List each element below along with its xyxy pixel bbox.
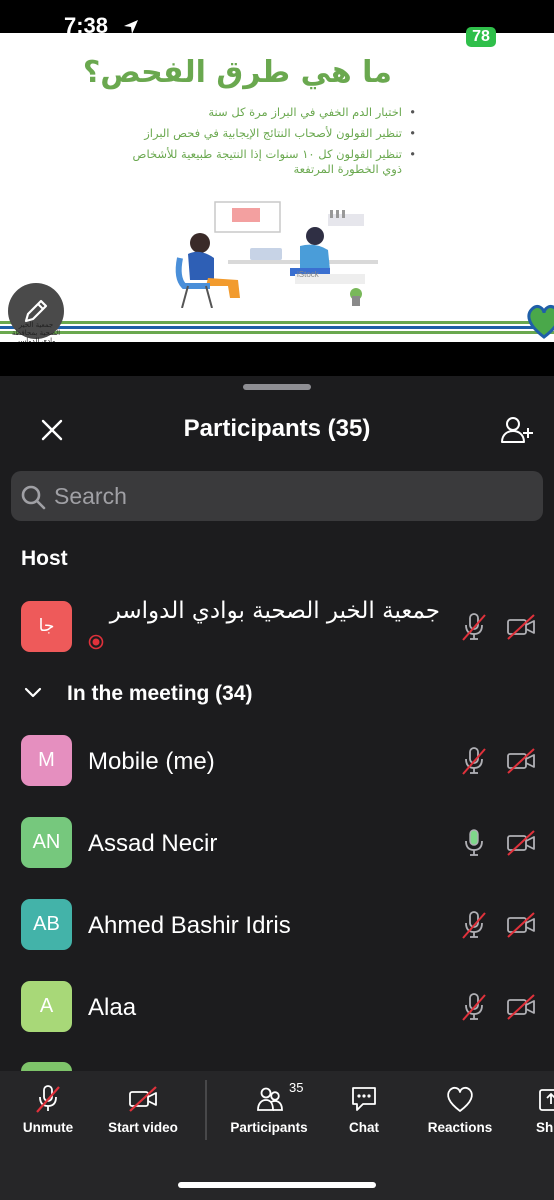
stock-watermark: iStock bbox=[297, 270, 319, 279]
participant-row[interactable]: A Alaa bbox=[0, 972, 554, 1042]
slide-bullets: اختبار الدم الخفي في البراز مرة كل سنة ت… bbox=[116, 105, 416, 183]
recording-icon bbox=[88, 634, 104, 650]
toolbar-divider bbox=[205, 1080, 207, 1140]
share-button[interactable]: Sh bbox=[532, 1080, 554, 1142]
chevron-down-icon bbox=[24, 687, 42, 698]
add-participant-icon[interactable] bbox=[500, 414, 534, 446]
participant-name: Assad Necir bbox=[88, 830, 218, 857]
avatar: AN bbox=[21, 817, 72, 868]
video-off-icon[interactable] bbox=[506, 910, 536, 940]
mic-on-icon[interactable] bbox=[461, 828, 487, 858]
mic-muted-icon[interactable] bbox=[461, 746, 487, 776]
chat-label: Chat bbox=[349, 1120, 379, 1135]
participants-label: Participants bbox=[230, 1120, 308, 1135]
doctor-patient-illustration bbox=[175, 201, 378, 308]
unmute-button[interactable]: Unmute bbox=[14, 1080, 82, 1142]
reactions-label: Reactions bbox=[427, 1120, 493, 1135]
avatar: جا bbox=[21, 601, 72, 652]
host-section-header: Host bbox=[21, 547, 68, 570]
in-meeting-section-label: In the meeting (34) bbox=[67, 682, 253, 705]
slide-stripe-green bbox=[0, 331, 554, 334]
slide-stripe-green bbox=[0, 321, 554, 324]
slide-bullet: اختبار الدم الخفي في البراز مرة كل سنة bbox=[116, 105, 416, 120]
slide-logo-text: جمعية الخير الصحية بمحافظة وادي الدواسر bbox=[11, 321, 61, 342]
unmute-label: Unmute bbox=[22, 1120, 74, 1135]
mic-muted-icon[interactable] bbox=[461, 910, 487, 940]
participant-name: Alaa bbox=[88, 994, 137, 1021]
participant-name: Mobile (me) bbox=[88, 748, 215, 775]
mic-muted-icon[interactable] bbox=[461, 992, 487, 1022]
participant-row[interactable]: AN Assad Necir bbox=[0, 808, 554, 878]
panel-title: Participants (35) bbox=[183, 415, 371, 442]
video-off-icon[interactable] bbox=[506, 612, 536, 642]
sheet-grabber[interactable] bbox=[243, 384, 311, 390]
in-meeting-section-toggle[interactable]: In the meeting (34) bbox=[24, 680, 324, 710]
heart-icon bbox=[447, 1086, 473, 1112]
chat-icon bbox=[352, 1087, 376, 1111]
search-input[interactable] bbox=[54, 478, 524, 514]
share-icon bbox=[539, 1089, 554, 1111]
participants-icon bbox=[257, 1087, 283, 1111]
participants-button[interactable]: 35 Participants bbox=[224, 1080, 314, 1142]
slide-bullet: تنظير القولون كل ١٠ سنوات إذا النتيجة طب… bbox=[116, 147, 416, 177]
participant-name: جمعية الخير الصحية بوادي الدواسر bbox=[109, 598, 440, 624]
shared-slide: ما هي طرق الفحص؟ اختبار الدم الخفي في ال… bbox=[0, 33, 554, 342]
video-off-icon[interactable] bbox=[506, 746, 536, 776]
participant-row[interactable]: M Mobile (me) bbox=[0, 726, 554, 796]
mic-muted-icon[interactable] bbox=[461, 612, 487, 642]
search-icon bbox=[21, 485, 46, 510]
avatar: M bbox=[21, 735, 72, 786]
participant-row[interactable]: AB Ahmed Bashir Idris bbox=[0, 890, 554, 960]
video-off-icon bbox=[129, 1086, 157, 1112]
video-off-icon[interactable] bbox=[506, 992, 536, 1022]
battery-indicator: 78 bbox=[466, 27, 496, 47]
start-video-button[interactable]: Start video bbox=[98, 1080, 188, 1142]
chat-button[interactable]: Chat bbox=[334, 1080, 394, 1142]
video-off-icon[interactable] bbox=[506, 828, 536, 858]
mic-muted-icon bbox=[36, 1085, 60, 1113]
participant-name: Ahmed Bashir Idris bbox=[88, 912, 291, 939]
slide-bullet: تنظير القولون لأصحاب النتائج الإيجابية ف… bbox=[116, 126, 416, 141]
slide-stripe-blue bbox=[0, 326, 554, 329]
share-label: Sh bbox=[536, 1120, 554, 1135]
participants-count: 35 bbox=[289, 1080, 304, 1095]
home-indicator[interactable] bbox=[178, 1182, 376, 1188]
avatar: A bbox=[21, 981, 72, 1032]
avatar: AB bbox=[21, 899, 72, 950]
start-video-label: Start video bbox=[108, 1120, 178, 1135]
heart-logo-icon bbox=[527, 305, 554, 339]
slide-title: ما هي طرق الفحص؟ bbox=[82, 55, 392, 90]
reactions-button[interactable]: Reactions bbox=[420, 1080, 500, 1142]
video-gap bbox=[0, 342, 554, 376]
host-row[interactable]: جا جمعية الخير الصحية بوادي الدواسر bbox=[0, 592, 554, 662]
